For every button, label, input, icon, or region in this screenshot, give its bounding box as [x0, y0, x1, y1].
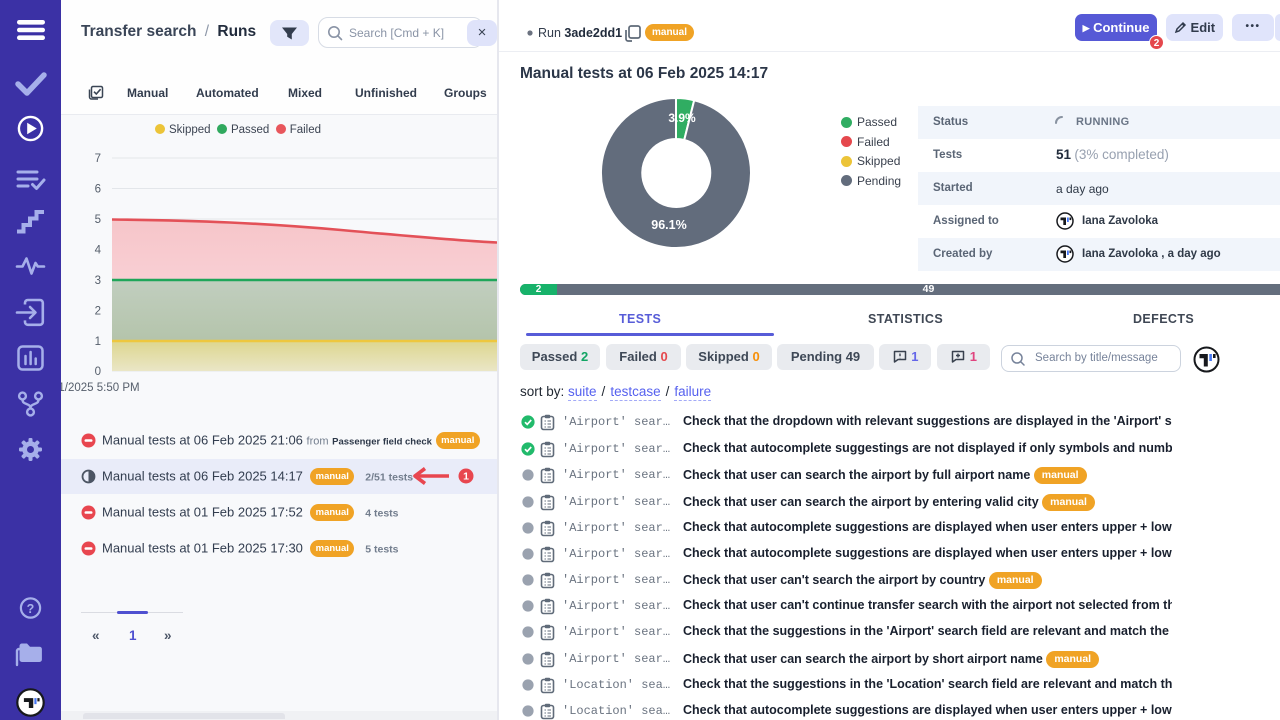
svg-text:2: 2 — [95, 306, 101, 318]
svg-text:1: 1 — [95, 336, 101, 348]
svg-text:3.9%: 3.9% — [668, 111, 696, 125]
svg-text:1: 1 — [463, 471, 469, 483]
svg-text:5: 5 — [95, 214, 101, 226]
svg-text:3: 3 — [95, 275, 101, 287]
svg-text:?: ? — [27, 602, 35, 616]
svg-text:7: 7 — [95, 153, 101, 165]
svg-text:96.1%: 96.1% — [651, 218, 686, 232]
svg-text:0: 0 — [95, 366, 101, 378]
svg-text:6: 6 — [95, 184, 101, 196]
svg-text:4: 4 — [95, 245, 102, 257]
